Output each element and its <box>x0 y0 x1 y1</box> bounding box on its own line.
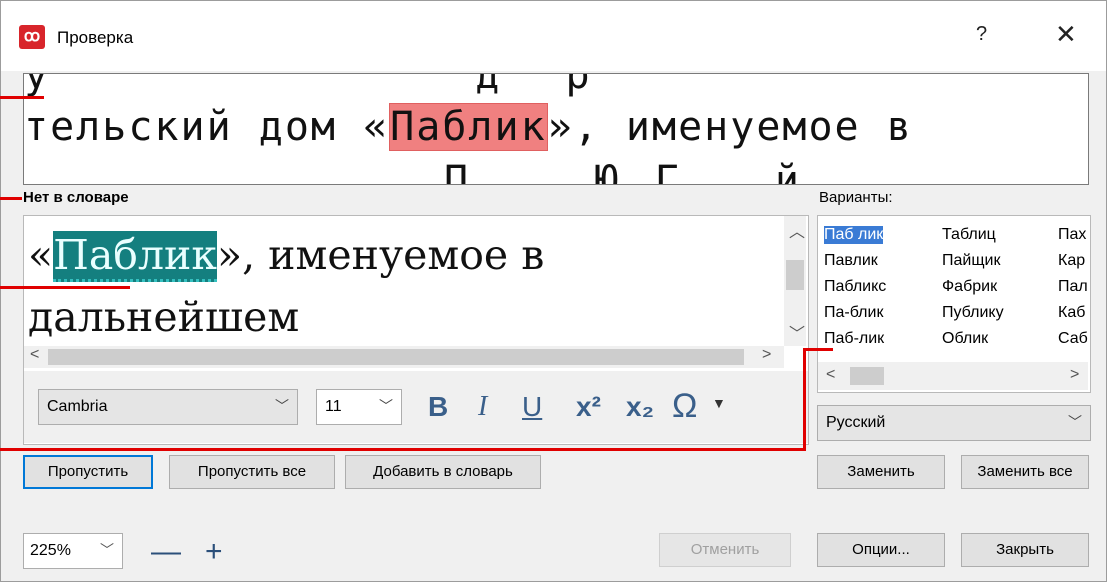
variant-item[interactable]: Па-блик <box>824 304 883 322</box>
chevron-down-icon: ﹀ <box>1068 414 1082 430</box>
abbyy-logo-icon: ꝏ <box>19 25 45 49</box>
bold-button[interactable]: B <box>428 391 448 423</box>
variant-item[interactable]: Публику <box>942 304 1004 322</box>
variant-item[interactable]: Таблиц <box>942 226 996 244</box>
font-name-value: Cambria <box>47 398 108 415</box>
variants-list[interactable]: Паб лик Павлик Пабликс Па-блик Паб-лик Т… <box>817 215 1091 393</box>
scroll-right-icon[interactable]: > <box>762 346 771 364</box>
variant-item[interactable]: Фабрик <box>942 278 997 296</box>
variant-item[interactable]: Облик <box>942 330 988 348</box>
chevron-down-icon: ﹀ <box>275 398 289 414</box>
editor-hscroll-thumb[interactable] <box>48 349 744 365</box>
image-preview: у д р тельский дом «Паблик», именуемое в… <box>23 73 1089 185</box>
annotation-line <box>803 348 833 351</box>
variant-item[interactable]: Каб <box>1058 304 1085 322</box>
special-characters-button[interactable]: Ω <box>672 387 697 426</box>
cancel-button[interactable]: Отменить <box>659 533 791 567</box>
text-editor[interactable]: «Паблик», именуемое в дальнейшем ︿ ﹀ < >… <box>23 215 809 445</box>
zoom-in-button[interactable]: + <box>205 537 223 567</box>
annotation-line <box>803 350 806 451</box>
error-word[interactable]: Паблик <box>53 231 217 282</box>
zoom-value: 225% <box>30 542 71 559</box>
font-size-select[interactable]: 11 ﹀ <box>316 389 402 425</box>
skip-all-button[interactable]: Пропустить все <box>169 455 335 489</box>
preview-text-before: тельский дом « <box>24 104 390 150</box>
language-value: Русский <box>826 414 886 431</box>
preview-fragment-top: у д р <box>24 73 596 98</box>
underline-button[interactable]: U <box>522 391 542 423</box>
zoom-out-button[interactable]: — <box>151 537 181 567</box>
font-size-value: 11 <box>325 398 342 415</box>
variant-item[interactable]: Паб лик <box>824 226 884 244</box>
preview-highlighted-word: Паблик <box>389 103 548 151</box>
italic-button[interactable]: I <box>478 391 487 423</box>
scroll-up-icon[interactable]: ︿ <box>789 218 805 242</box>
variant-item[interactable]: Пал <box>1058 278 1088 296</box>
superscript-button[interactable]: x² <box>576 391 601 423</box>
skip-button[interactable]: Пропустить <box>23 455 153 489</box>
variants-horizontal-scrollbar[interactable]: < > <box>818 362 1088 390</box>
subscript-button[interactable]: x₂ <box>626 391 654 423</box>
variant-item[interactable]: Пах <box>1058 226 1086 244</box>
language-select[interactable]: Русский ﹀ <box>817 405 1091 441</box>
preview-line: тельский дом «Паблик», именуемое в <box>24 103 913 151</box>
editor-horizontal-scrollbar[interactable]: < > <box>24 346 784 368</box>
not-in-dictionary-label: Нет в словаре <box>23 189 129 206</box>
spell-check-dialog: ꝏ Проверка ? ✕ у д р тельский дом «Пабли… <box>0 0 1107 582</box>
preview-text-after: », именуемое в <box>547 104 913 150</box>
editor-text[interactable]: «Паблик», именуемое в дальнейшем <box>28 224 778 348</box>
annotation-line <box>0 448 805 451</box>
editor-vscroll-thumb[interactable] <box>786 260 804 290</box>
variants-scroll-thumb[interactable] <box>850 367 884 385</box>
caret-down-icon[interactable]: ▼ <box>712 395 726 411</box>
help-button[interactable]: ? <box>976 23 987 46</box>
scroll-right-icon[interactable]: > <box>1070 366 1079 384</box>
variant-item[interactable]: Пабликс <box>824 278 886 296</box>
scroll-left-icon[interactable]: < <box>826 366 835 384</box>
variant-item[interactable]: Саб <box>1058 330 1088 348</box>
variant-item[interactable]: Паб-лик <box>824 330 884 348</box>
zoom-select[interactable]: 225% ﹀ <box>23 533 123 569</box>
variant-item[interactable]: Пайщик <box>942 252 1000 270</box>
variants-label: Варианты: <box>819 189 893 206</box>
annotation-line <box>0 197 22 200</box>
window-title: Проверка <box>57 28 134 47</box>
scroll-down-icon[interactable]: ﹀ <box>789 320 805 344</box>
close-button[interactable]: Закрыть <box>961 533 1089 567</box>
options-button[interactable]: Опции... <box>817 533 945 567</box>
chevron-down-icon: ﹀ <box>379 398 393 414</box>
annotation-line <box>0 286 130 289</box>
editor-vertical-scrollbar[interactable]: ︿ ﹀ <box>784 216 806 346</box>
font-name-select[interactable]: Cambria ﹀ <box>38 389 298 425</box>
add-to-dictionary-button[interactable]: Добавить в словарь <box>345 455 541 489</box>
replace-all-button[interactable]: Заменить все <box>961 455 1089 489</box>
variant-item[interactable]: Павлик <box>824 252 878 270</box>
title-bar: ꝏ Проверка ? ✕ <box>1 1 1106 71</box>
chevron-down-icon: ﹀ <box>100 542 114 558</box>
editor-text-before: « <box>28 231 54 279</box>
annotation-line <box>0 96 44 99</box>
formatting-toolbar: Cambria ﹀ 11 ﹀ B I U x² x₂ Ω ▼ <box>24 371 808 443</box>
close-window-button[interactable]: ✕ <box>1055 19 1077 50</box>
scroll-left-icon[interactable]: < <box>30 346 39 364</box>
variant-item[interactable]: Кар <box>1058 252 1085 270</box>
replace-button[interactable]: Заменить <box>817 455 945 489</box>
preview-fragment-bottom: П Ю Г й <box>444 158 805 185</box>
